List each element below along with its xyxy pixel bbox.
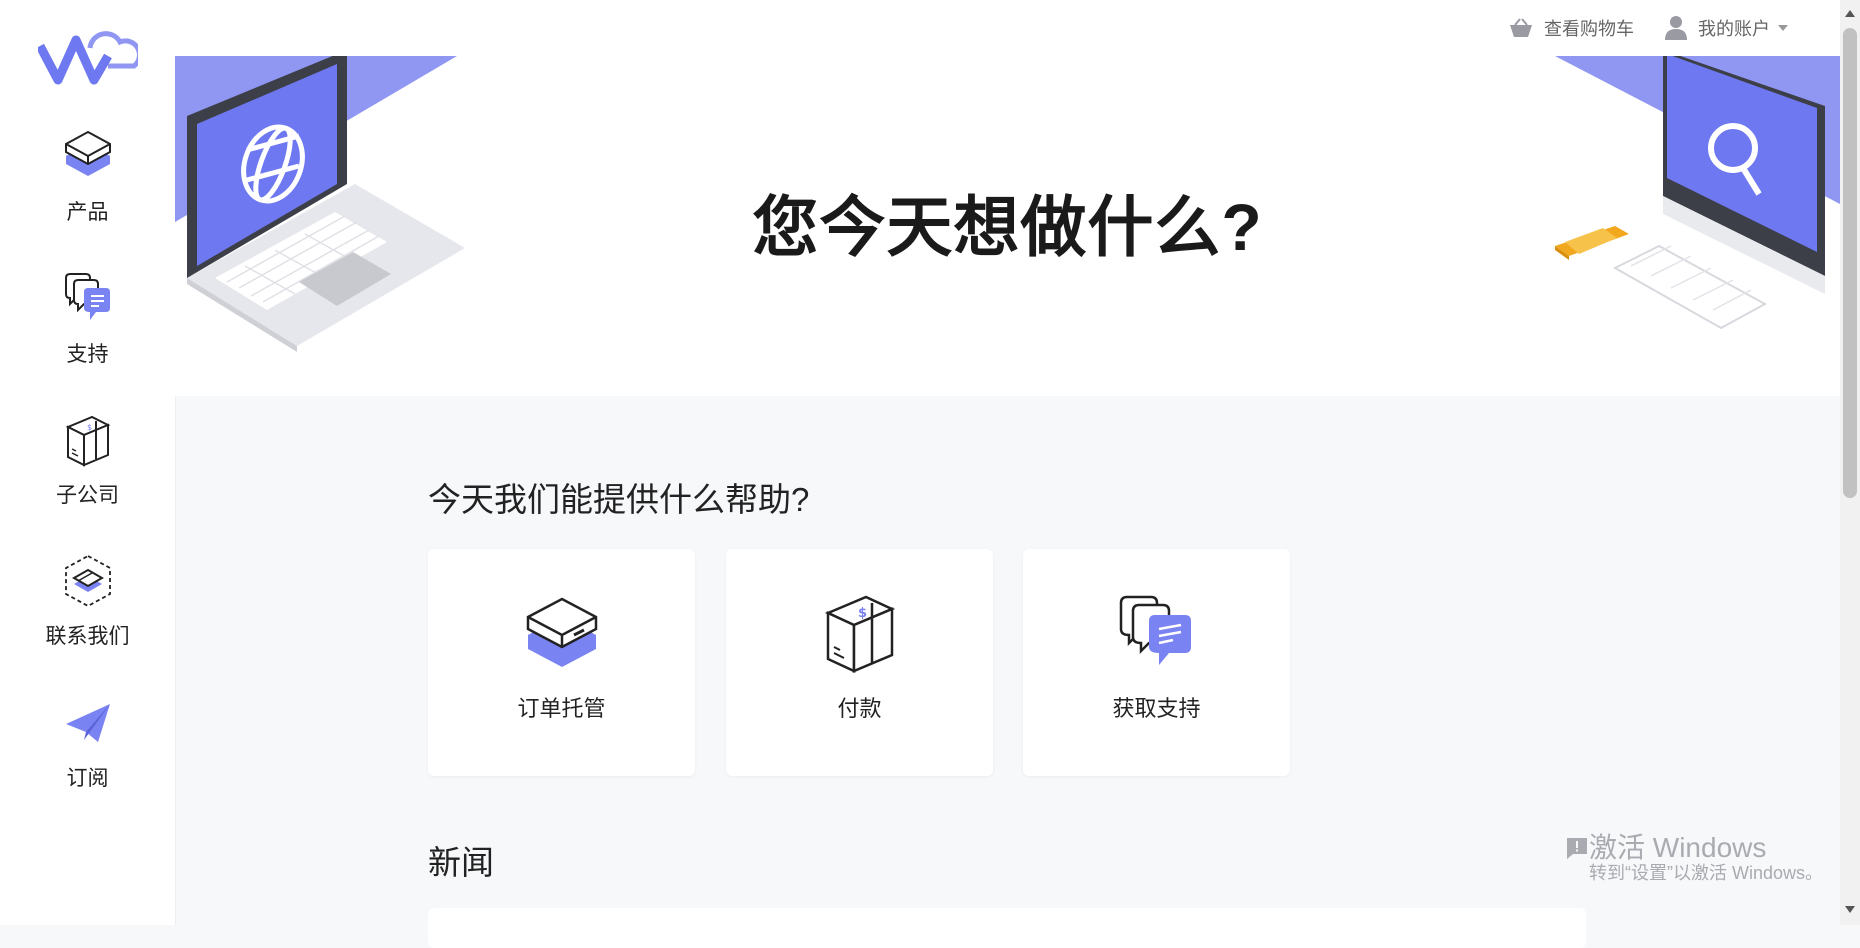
my-account-dropdown[interactable]: 我的账户 (1664, 13, 1788, 43)
news-panel (428, 908, 1586, 948)
sidebar-item-label: 联系我们 (45, 625, 130, 648)
card-label: 付款 (837, 696, 882, 721)
sidebar-item-contact[interactable]: 联系我们 (0, 554, 175, 674)
basket-icon (1510, 18, 1532, 37)
sidebar-item-support[interactable]: 支持 (0, 272, 175, 392)
sidebar-item-label: 子公司 (56, 484, 119, 507)
sidebar: 产品 支持 $ 子公司 联系我们 订阅 (0, 0, 175, 925)
paper-plane-icon (65, 704, 110, 742)
card-order-hosting[interactable]: 订单托管 (428, 549, 695, 776)
scrollbar-thumb[interactable] (1843, 28, 1857, 498)
user-icon (1665, 16, 1687, 40)
chevron-down-icon (1778, 25, 1788, 31)
view-cart-link[interactable]: 查看购物车 (1508, 13, 1634, 43)
news-heading: 新闻 (428, 844, 494, 881)
card-label: 获取支持 (1112, 696, 1201, 721)
sidebar-item-subscribe[interactable]: 订阅 (0, 696, 175, 816)
help-heading: 今天我们能提供什么帮助? (428, 481, 810, 518)
server-icon (526, 597, 597, 667)
feedback-icon (1567, 838, 1587, 859)
svg-text:$: $ (87, 423, 92, 432)
card-get-support[interactable]: 获取支持 (1023, 549, 1290, 776)
scroll-up-arrow-icon[interactable] (1845, 10, 1855, 17)
watermark-subtitle: 转到“设置”以激活 Windows。 (1589, 863, 1824, 883)
package-icon: $ (824, 595, 895, 673)
package-icon: $ (65, 415, 110, 467)
page-title: 您今天想做什么? (752, 190, 1263, 264)
server-icon (64, 130, 111, 176)
svg-text:$: $ (858, 606, 867, 621)
chat-bubbles-icon (64, 273, 110, 320)
scroll-down-arrow-icon[interactable] (1845, 906, 1855, 913)
layers-icon (64, 554, 111, 608)
card-label: 订单托管 (517, 696, 606, 721)
hero-banner: 您今天想做什么? (175, 56, 1840, 396)
chat-bubbles-icon (1119, 595, 1191, 665)
top-bar: 查看购物车 我的账户 (175, 0, 1840, 57)
sidebar-item-label: 支持 (66, 343, 109, 366)
sidebar-item-products[interactable]: 产品 (0, 130, 175, 250)
sidebar-item-label: 订阅 (66, 767, 109, 790)
sidebar-item-subsidiary[interactable]: $ 子公司 (0, 413, 175, 533)
card-payment[interactable]: $ 付款 (726, 549, 993, 776)
view-cart-label: 查看购物车 (1544, 19, 1634, 39)
my-account-label: 我的账户 (1698, 19, 1770, 39)
sidebar-item-label: 产品 (66, 201, 109, 224)
vertical-scrollbar[interactable] (1840, 0, 1860, 925)
logo-icon[interactable] (38, 26, 138, 86)
